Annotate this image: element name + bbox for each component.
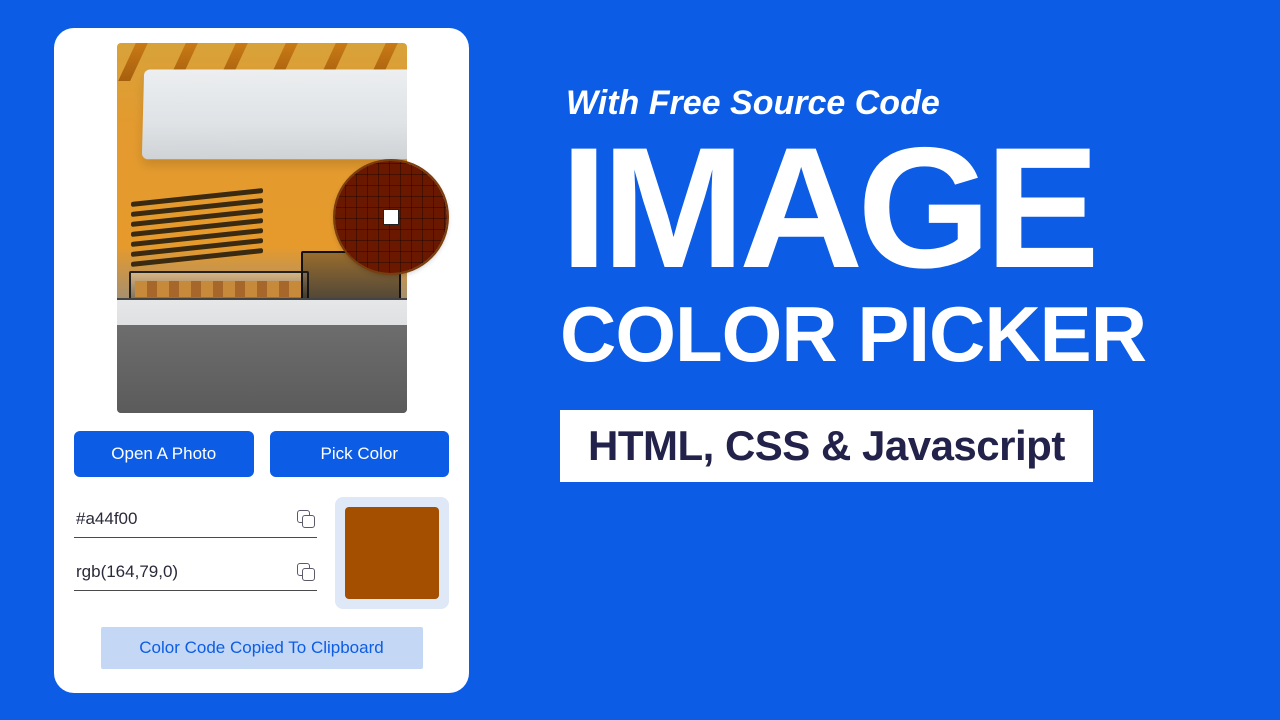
color-swatch-container <box>335 497 449 609</box>
hero-subtitle: COLOR PICKER <box>560 289 1240 380</box>
color-swatch <box>345 507 439 599</box>
open-photo-button[interactable]: Open A Photo <box>74 431 254 477</box>
rgb-field <box>74 556 317 591</box>
copy-rgb-icon[interactable] <box>297 563 315 581</box>
tech-badge: HTML, CSS & Javascript <box>560 410 1093 482</box>
hex-input[interactable] <box>76 509 297 529</box>
color-picker-card: Open A Photo Pick Color Color Code Copie… <box>54 28 469 693</box>
clipboard-toast: Color Code Copied To Clipboard <box>101 627 423 669</box>
eyedropper-magnifier[interactable] <box>335 161 447 273</box>
image-preview[interactable] <box>117 43 407 413</box>
hero-title: IMAGE <box>560 129 1240 287</box>
rgb-input[interactable] <box>76 562 297 582</box>
hero-text: With Free Source Code IMAGE COLOR PICKER… <box>560 84 1240 482</box>
copy-hex-icon[interactable] <box>297 510 315 528</box>
hex-field <box>74 503 317 538</box>
pick-color-button[interactable]: Pick Color <box>270 431 450 477</box>
